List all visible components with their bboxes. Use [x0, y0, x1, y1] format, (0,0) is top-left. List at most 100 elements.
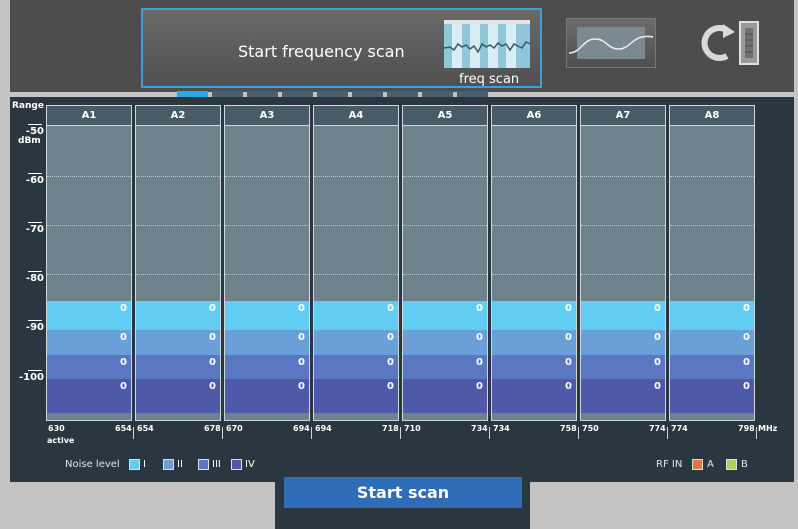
noise-value: 0 [209, 357, 216, 368]
noise-band-ii: 0 [492, 330, 576, 355]
axis-unit: dBm [18, 136, 41, 146]
freq-start: 774 [671, 424, 688, 433]
gridline [47, 274, 131, 275]
channel-a7[interactable]: A7 0 0 0 0 [580, 105, 666, 421]
tick-line [28, 320, 42, 321]
gridline [314, 176, 398, 177]
noise-level-name: I [143, 459, 146, 470]
channel-a6[interactable]: A6 0 0 0 0 [491, 105, 577, 421]
gridline [136, 274, 220, 275]
freq-end: 654 [115, 424, 132, 433]
noise-value: 0 [654, 332, 661, 343]
noise-band-ii: 0 [136, 330, 220, 355]
noise-value: 0 [565, 381, 572, 392]
channel-header: A7 [581, 106, 665, 126]
tick-label: -90 [25, 322, 44, 333]
rf-in-label: RF IN [656, 459, 683, 470]
gridline [403, 176, 487, 177]
gridline [225, 274, 309, 275]
channel-a4[interactable]: A4 0 0 0 0 [313, 105, 399, 421]
noise-value: 0 [476, 332, 483, 343]
noise-band-ii: 0 [225, 330, 309, 355]
gridline [670, 225, 754, 226]
freq-end: 694 [293, 424, 310, 433]
noise-band-ii: 0 [403, 330, 487, 355]
noise-band-iv: 0 [314, 379, 398, 413]
tick-label: -50 [25, 126, 44, 137]
gridline [314, 274, 398, 275]
noise-band-iii: 0 [225, 355, 309, 379]
freq-end: 734 [471, 424, 488, 433]
noise-swatch-i [129, 459, 140, 470]
noise-band-iii: 0 [670, 355, 754, 379]
channel-separator [578, 427, 579, 439]
noise-band-i: 0 [492, 301, 576, 330]
noise-value: 0 [298, 332, 305, 343]
gridline [670, 274, 754, 275]
channel-a2[interactable]: A2 0 0 0 0 [135, 105, 221, 421]
gridline [581, 274, 665, 275]
rf-input-name: A [707, 459, 714, 470]
noise-value: 0 [743, 381, 750, 392]
scan-mode-title: Start frequency scan [238, 42, 405, 61]
noise-band-iv: 0 [492, 379, 576, 413]
gridline [47, 225, 131, 226]
gridline [492, 176, 576, 177]
freq-start: 694 [315, 424, 332, 433]
frequency-scan-icon [444, 20, 530, 68]
tick-label: -100 [18, 372, 44, 383]
channel-separator [311, 427, 312, 439]
start-scan-button[interactable]: Start scan [284, 477, 522, 508]
channel-separator [400, 427, 401, 439]
channel-header: A1 [47, 106, 131, 126]
spectrum-view-button[interactable] [566, 18, 656, 68]
noise-value: 0 [743, 303, 750, 314]
gridline [492, 225, 576, 226]
noise-value: 0 [209, 381, 216, 392]
channel-header: A4 [314, 106, 398, 126]
tick-label: -70 [25, 224, 44, 235]
freq-end: 758 [560, 424, 577, 433]
gridline [47, 176, 131, 177]
freq-end: 774 [649, 424, 666, 433]
noise-band-i: 0 [314, 301, 398, 330]
gridline [670, 176, 754, 177]
noise-value: 0 [743, 332, 750, 343]
freq-start: 710 [404, 424, 421, 433]
noise-band-i: 0 [136, 301, 220, 330]
channel-a5[interactable]: A5 0 0 0 0 [402, 105, 488, 421]
tick-line [28, 124, 42, 125]
channel-separator [489, 427, 490, 439]
noise-value: 0 [298, 303, 305, 314]
noise-value: 0 [120, 332, 127, 343]
gridline [403, 225, 487, 226]
channel-a3[interactable]: A3 0 0 0 0 [224, 105, 310, 421]
noise-band-iii: 0 [47, 355, 131, 379]
channel-a8[interactable]: A8 0 0 0 0 [669, 105, 755, 421]
noise-value: 0 [120, 303, 127, 314]
noise-band-ii: 0 [314, 330, 398, 355]
freq-start: 654 [137, 424, 154, 433]
refresh-scan-button[interactable] [687, 18, 763, 68]
noise-band-iv: 0 [47, 379, 131, 413]
scan-mode-subtitle: freq scan [459, 72, 520, 87]
noise-band-i: 0 [47, 301, 131, 330]
noise-band-iii: 0 [314, 355, 398, 379]
channel-a1[interactable]: A1 0 0 0 0 [46, 105, 132, 421]
noise-value: 0 [654, 381, 661, 392]
noise-band-iv: 0 [670, 379, 754, 413]
noise-band-iv: 0 [403, 379, 487, 413]
noise-swatch-iv [231, 459, 242, 470]
start-frequency-scan-button[interactable]: Start frequency scan freq scan [141, 8, 542, 88]
noise-band-ii: 0 [47, 330, 131, 355]
gridline [136, 225, 220, 226]
tick-label: -60 [25, 175, 44, 186]
channel-header: A5 [403, 106, 487, 126]
noise-value: 0 [654, 357, 661, 368]
channel-header: A3 [225, 106, 309, 126]
noise-band-iii: 0 [136, 355, 220, 379]
freq-unit: MHz [758, 424, 778, 433]
tick-line [28, 370, 42, 371]
noise-level-name: III [212, 459, 221, 470]
noise-level-panel: Range dBm -50 -60 -70 -80 -90 -100 A1 0 0 0 0 A2 0 0… [10, 97, 794, 482]
